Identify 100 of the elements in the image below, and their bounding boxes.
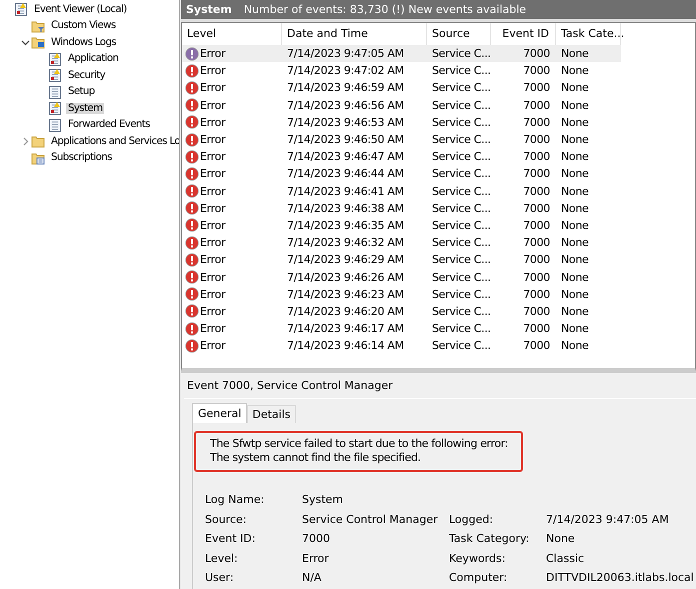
table-cell: Error <box>200 167 226 180</box>
table-cell-text: None <box>560 64 590 78</box>
table-cell-text: Service C... <box>431 339 491 352</box>
table-cell-text: 7000 <box>522 64 551 78</box>
event-row[interactable]: Error 7/14/2023 9:46:38 AM Service C... 7000 None <box>182 200 695 217</box>
table-cell: Error <box>200 270 226 284</box>
tree-item[interactable]: Setup <box>66 86 97 98</box>
table-cell: Error <box>200 253 226 266</box>
table-cell-text: 7/14/2023 9:46:53 AM <box>286 116 405 129</box>
table-cell: Error <box>200 98 226 112</box>
event-title: Event 7000, Service Control Manager <box>184 377 696 399</box>
table-cell: Error <box>200 218 226 232</box>
error-icon <box>185 338 199 353</box>
property-value: DITTVDIL20063.itlabs.local <box>546 571 693 584</box>
table-cell-text: 7000 <box>522 236 551 250</box>
error-icon <box>185 132 199 147</box>
table-cell-text: Service C... <box>431 202 491 215</box>
property-value: Service Control Manager <box>302 512 439 526</box>
table-cell: Error <box>200 184 226 198</box>
tree-item[interactable]: Windows Logs <box>49 36 118 48</box>
chevron-down-icon[interactable] <box>21 38 30 47</box>
table-cell-text: None <box>560 116 590 129</box>
table-cell: Error <box>200 322 226 336</box>
table-cell-text: None <box>560 218 590 232</box>
table-cell-text: Service C... <box>431 81 491 94</box>
log-warning-icon <box>14 2 28 16</box>
property-label: Event ID: <box>205 532 256 546</box>
table-cell-text: 7000 <box>522 304 551 318</box>
table-cell-text: 7000 <box>522 150 551 164</box>
tree-item[interactable]: Application <box>66 53 120 64</box>
event-row[interactable]: Error 7/14/2023 9:46:14 AM Service C... 7000 None <box>182 337 695 354</box>
table-cell-text: Service C... <box>431 98 491 112</box>
table-cell: Error <box>200 202 226 215</box>
error-icon <box>185 270 199 284</box>
table-cell-text: 7/14/2023 9:47:05 AM <box>286 47 405 60</box>
log-title: System <box>186 3 232 16</box>
table-cell-text: None <box>560 47 590 60</box>
table-cell: Error <box>200 339 226 352</box>
table-cell: Error <box>200 304 226 318</box>
table-cell-text: Service C... <box>431 304 491 318</box>
table-cell: Error <box>200 47 226 60</box>
error-icon <box>185 304 199 318</box>
event-row[interactable]: Error 7/14/2023 9:46:17 AM Service C... 7000 None <box>182 320 695 338</box>
log-warning-icon <box>48 52 62 66</box>
table-cell-text: 7/14/2023 9:46:44 AM <box>286 167 405 180</box>
tree-item[interactable]: System <box>66 102 104 114</box>
subscriptions-icon <box>31 150 45 165</box>
table-cell-text: 7000 <box>522 288 551 301</box>
table-cell-text: Service C... <box>431 47 491 60</box>
tree-item[interactable]: Subscriptions <box>49 152 114 164</box>
event-row[interactable]: Error 7/14/2023 9:47:02 AM Service C... 7000 None <box>182 62 695 80</box>
table-cell-text: None <box>560 184 590 198</box>
event-row[interactable]: Error 7/14/2023 9:46:26 AM Service C... 7000 None <box>182 268 695 286</box>
table-cell-text: 7000 <box>522 133 551 146</box>
event-row[interactable]: Error 7/14/2023 9:46:59 AM Service C... 7000 None <box>182 79 695 97</box>
property-value: 7000 <box>302 532 331 546</box>
property-label: Level: <box>205 552 239 565</box>
table-cell-text: Service C... <box>431 167 491 180</box>
table-cell-text: 7/14/2023 9:46:56 AM <box>286 98 405 112</box>
event-row[interactable]: Error 7/14/2023 9:46:32 AM Service C... 7000 None <box>182 234 695 252</box>
folder-icon <box>31 134 45 148</box>
chevron-right-icon[interactable] <box>21 136 30 146</box>
table-cell-text: None <box>560 270 590 284</box>
event-row[interactable]: Error 7/14/2023 9:46:44 AM Service C... 7000 None <box>182 165 695 182</box>
error-icon <box>185 166 199 181</box>
log-icon <box>48 84 62 99</box>
error-icon <box>185 218 199 232</box>
table-cell-text: 7/14/2023 9:46:23 AM <box>286 288 405 301</box>
event-row[interactable]: Error 7/14/2023 9:46:35 AM Service C... 7000 None <box>182 216 695 234</box>
event-row[interactable]: Error 7/14/2023 9:46:50 AM Service C... 7000 None <box>182 130 695 148</box>
tree-item[interactable]: Event Viewer (Local) <box>32 4 129 15</box>
event-row[interactable]: Error 7/14/2023 9:46:23 AM Service C... 7000 None <box>182 286 695 303</box>
log-warning-icon <box>48 68 62 82</box>
table-cell-text: Service C... <box>431 322 491 336</box>
table-cell-text: 7/14/2023 9:47:02 AM <box>286 64 405 78</box>
message-line: The system cannot find the file specified. <box>210 451 422 465</box>
property-value: None <box>546 532 576 546</box>
table-cell-text: 7000 <box>522 270 551 284</box>
tree-item[interactable]: Custom Views <box>49 20 118 32</box>
table-cell-text: 7/14/2023 9:46:38 AM <box>286 202 405 215</box>
property-label: Log Name: <box>205 493 266 506</box>
event-row[interactable]: Error 7/14/2023 9:46:41 AM Service C... 7000 None <box>182 182 695 200</box>
tab[interactable]: General <box>192 403 248 423</box>
property-label: Computer: <box>449 571 508 584</box>
table-cell-text: 7000 <box>522 322 551 336</box>
event-row[interactable]: Error 7/14/2023 9:46:47 AM Service C... 7000 None <box>182 148 695 166</box>
event-row[interactable]: Error 7/14/2023 9:46:20 AM Service C... 7000 None <box>182 302 695 320</box>
tree-item[interactable]: Security <box>66 70 108 81</box>
table-cell-text: None <box>560 322 590 336</box>
event-row[interactable]: Error 7/14/2023 9:47:05 AM Service C... 7000 None <box>182 45 621 62</box>
event-row[interactable]: Error 7/14/2023 9:46:53 AM Service C... 7000 None <box>182 114 695 131</box>
tree-item[interactable]: Forwarded Events <box>66 119 152 130</box>
event-row[interactable]: Error 7/14/2023 9:46:29 AM Service C... 7000 None <box>182 251 695 268</box>
filter-folder-icon <box>31 18 45 33</box>
event-row[interactable]: Error 7/14/2023 9:46:56 AM Service C... 7000 None <box>182 96 695 114</box>
table-cell-text: 7/14/2023 9:46:14 AM <box>286 339 405 352</box>
table-cell-text: 7/14/2023 9:46:59 AM <box>286 81 405 94</box>
table-cell: Error <box>200 81 226 94</box>
table-cell-text: 7000 <box>522 218 551 232</box>
property-label: Keywords: <box>449 552 506 565</box>
